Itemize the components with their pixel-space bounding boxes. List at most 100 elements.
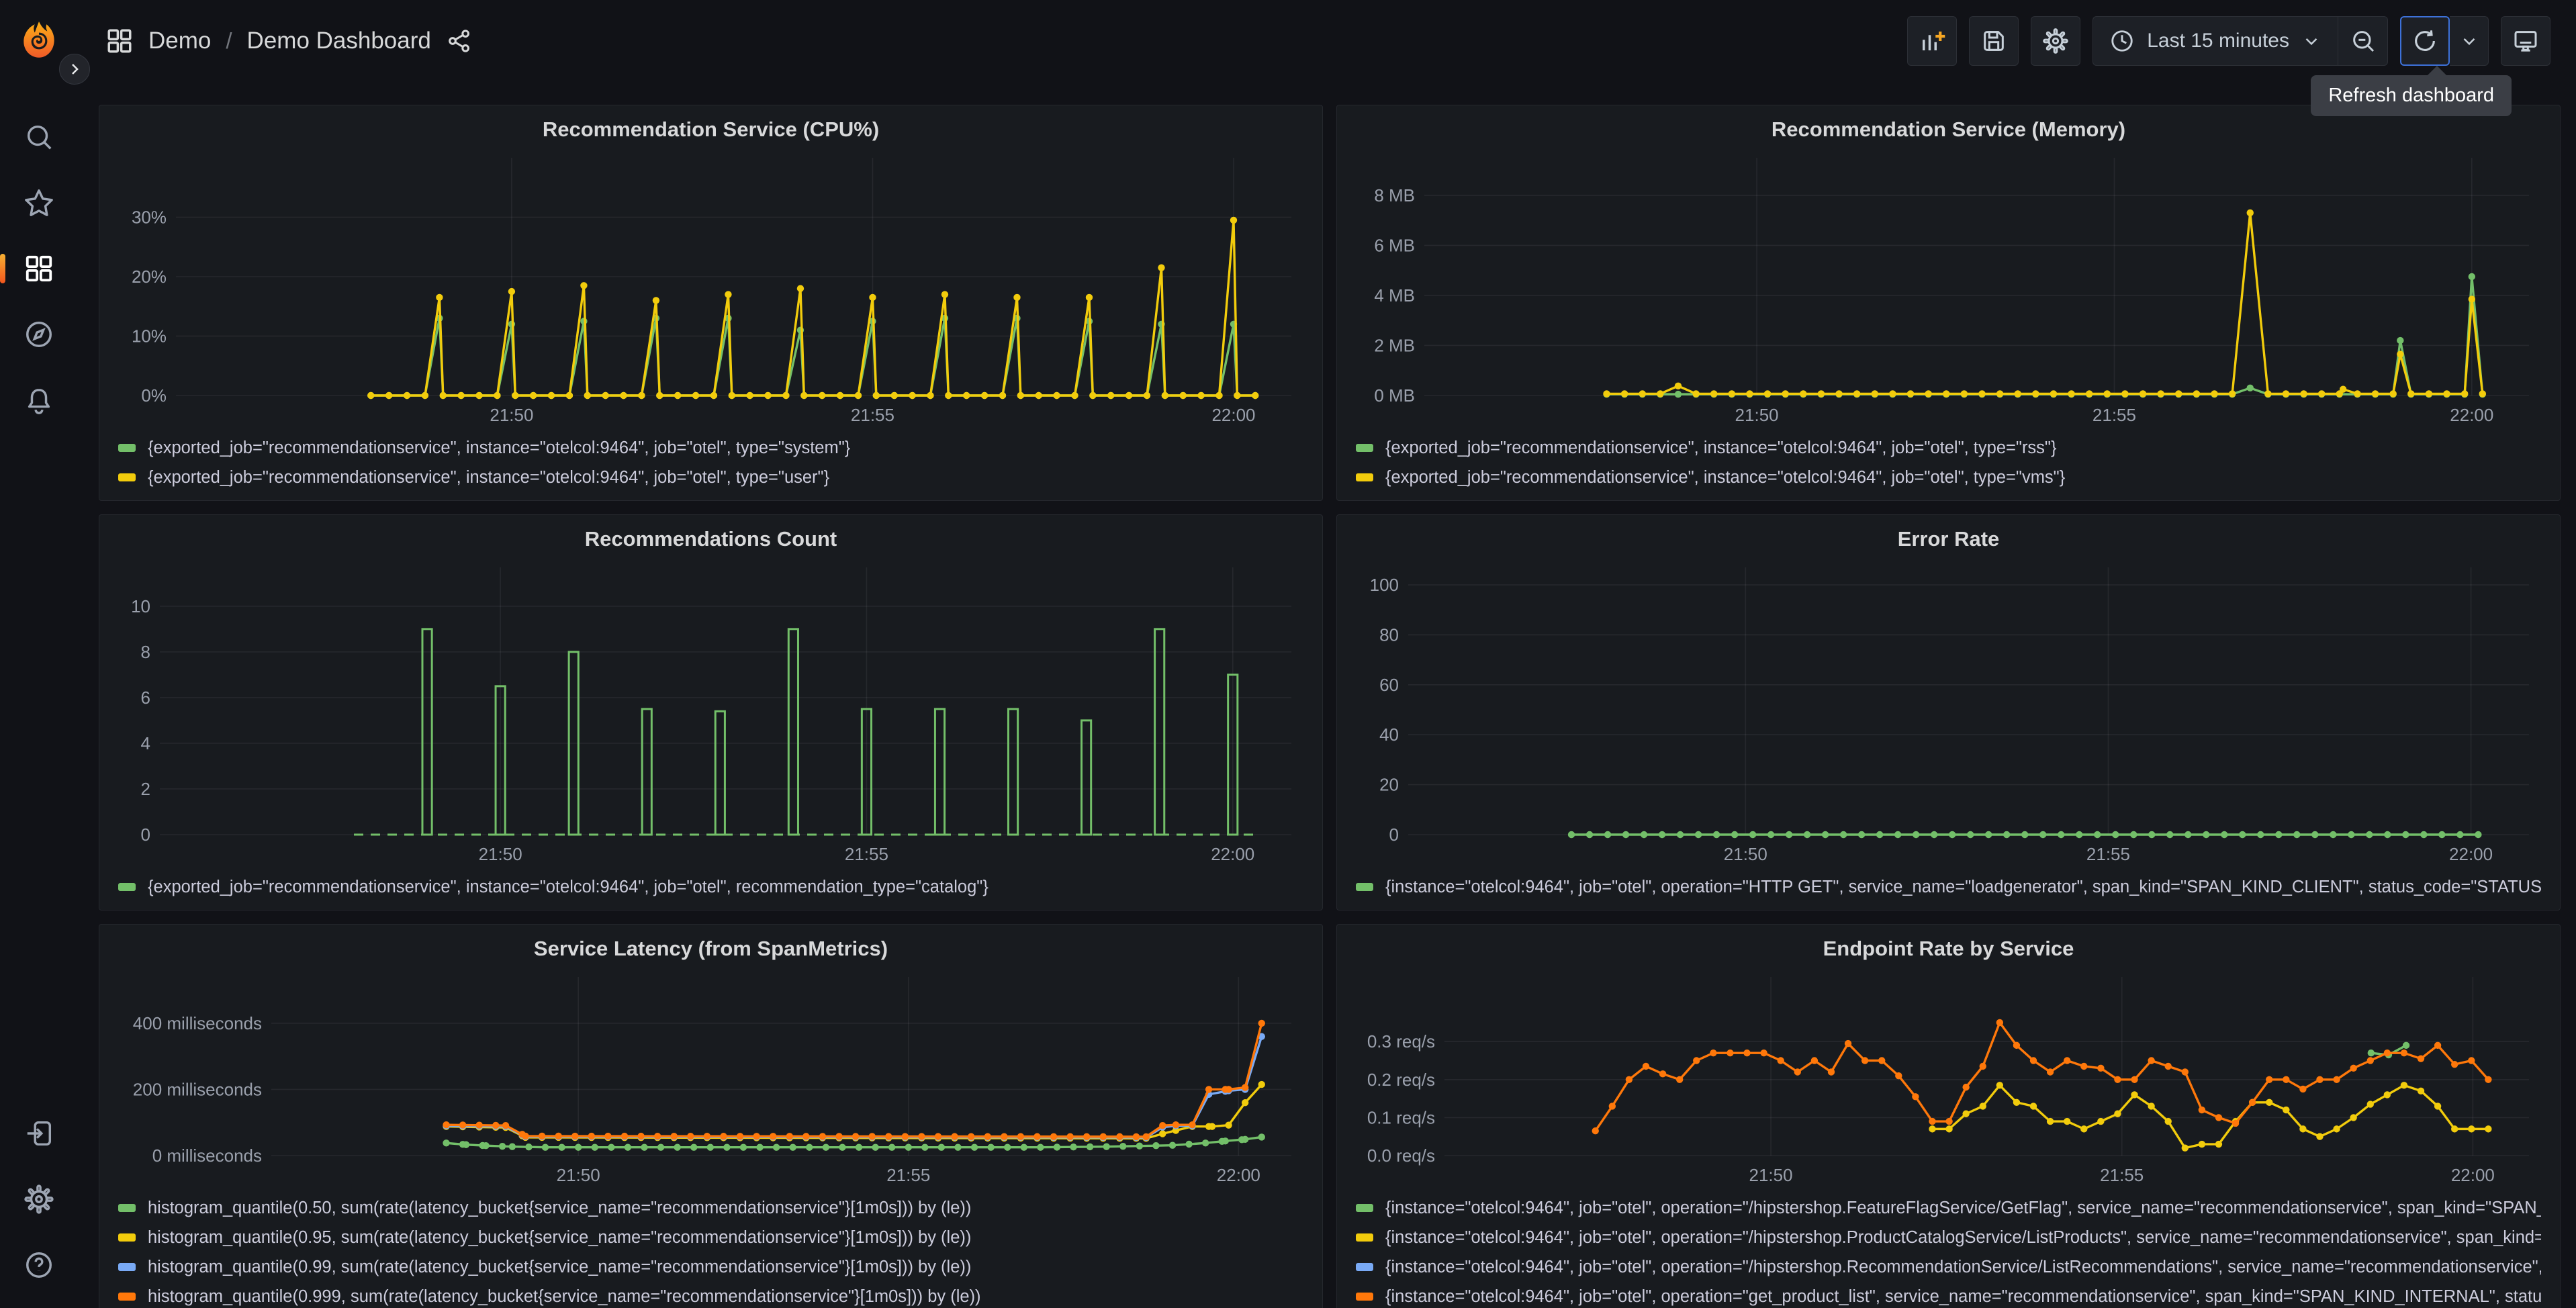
breadcrumb-section[interactable]: Demo — [148, 28, 211, 54]
legend-item: histogram_quantile(0.50, sum(rate(latenc… — [118, 1193, 1303, 1223]
svg-text:20: 20 — [1379, 775, 1399, 795]
refresh-tooltip: Refresh dashboard — [2311, 66, 2512, 116]
svg-text:0.0 req/s: 0.0 req/s — [1367, 1146, 1435, 1166]
zoom-out-icon — [2352, 31, 2374, 52]
panel-title[interactable]: Recommendation Service (CPU%) — [111, 111, 1310, 148]
legend-swatch[interactable] — [118, 1204, 136, 1212]
panel-reco-count: Recommendations Count 21:50 21:55 22:00 0 2 4 6… — [99, 514, 1323, 910]
svg-text:21:55: 21:55 — [2092, 405, 2136, 425]
chart-canvas[interactable]: 21:50 21:55 22:00 0 20 40 60 80 100 — [1349, 558, 2548, 870]
sidebar-item-dashboards[interactable] — [0, 252, 60, 285]
sidebar — [0, 0, 90, 1308]
svg-text:21:50: 21:50 — [1724, 844, 1767, 864]
legend-swatch[interactable] — [118, 883, 136, 891]
top-navigation: Demo / Demo Dashboard Last 15 minutes — [77, 0, 2576, 82]
legend-label[interactable]: {instance="otelcol:9464", job="otel", op… — [1385, 1258, 2541, 1277]
sidebar-item-starred[interactable] — [17, 187, 60, 219]
help-icon — [26, 1252, 52, 1278]
legend-label[interactable]: {instance="otelcol:9464", job="otel", op… — [1385, 878, 2541, 897]
legend-label[interactable]: {instance="otelcol:9464", job="otel", op… — [1385, 1199, 2541, 1218]
refresh-interval-button[interactable] — [2450, 16, 2489, 66]
svg-text:21:50: 21:50 — [1735, 405, 1779, 425]
sidebar-expand-button[interactable] — [59, 54, 90, 85]
chart-canvas[interactable]: 21:50 21:55 22:00 0 milliseconds 200 millise… — [111, 968, 1310, 1190]
save-dashboard-button[interactable] — [1969, 16, 2019, 66]
svg-text:60: 60 — [1379, 675, 1399, 695]
cycle-view-mode-button[interactable] — [2501, 16, 2550, 66]
sidebar-item-help[interactable] — [17, 1249, 60, 1281]
legend-swatch[interactable] — [118, 444, 136, 452]
svg-text:4 MB: 4 MB — [1374, 285, 1415, 306]
svg-text:10: 10 — [131, 596, 150, 616]
sidebar-item-configuration[interactable] — [17, 1183, 60, 1215]
legend-swatch[interactable] — [1356, 1293, 1373, 1301]
svg-text:6 MB: 6 MB — [1374, 235, 1415, 255]
sidebar-item-search[interactable] — [17, 121, 60, 153]
dashboards-grid-icon — [26, 255, 52, 282]
svg-text:22:00: 22:00 — [1217, 1165, 1260, 1185]
svg-text:21:50: 21:50 — [490, 405, 533, 425]
legend-label[interactable]: {exported_job="recommendationservice", i… — [1385, 468, 2065, 487]
sidebar-item-sign-in[interactable] — [17, 1117, 60, 1150]
legend-label[interactable]: {exported_job="recommendationservice", i… — [148, 878, 988, 897]
svg-text:8: 8 — [141, 642, 150, 662]
sign-in-icon — [27, 1121, 51, 1146]
legend-swatch[interactable] — [1356, 1233, 1373, 1242]
legend-label[interactable]: {exported_job="recommendationservice", i… — [1385, 438, 2057, 458]
svg-text:21:50: 21:50 — [479, 844, 522, 864]
legend-swatch[interactable] — [118, 473, 136, 481]
panel-title[interactable]: Error Rate — [1349, 520, 2548, 558]
dashboard-settings-button[interactable] — [2031, 16, 2081, 66]
svg-text:21:50: 21:50 — [1749, 1165, 1793, 1185]
legend-item: histogram_quantile(0.999, sum(rate(laten… — [118, 1282, 1303, 1308]
chart-canvas[interactable]: 21:50 21:55 22:00 0.0 req/s 0.1 req/s 0.2 req… — [1349, 968, 2548, 1190]
refresh-dashboard-button[interactable] — [2400, 16, 2450, 66]
legend-item: {exported_job="recommendationservice", i… — [118, 463, 1303, 492]
time-range-picker[interactable]: Last 15 minutes — [2092, 16, 2338, 66]
panel-legend: {instance="otelcol:9464", job="otel", op… — [1349, 870, 2548, 903]
panel-legend: {exported_job="recommendationservice", i… — [111, 430, 1310, 494]
svg-text:2: 2 — [141, 779, 150, 799]
svg-text:0: 0 — [141, 825, 150, 845]
panel-title[interactable]: Recommendation Service (Memory) — [1349, 111, 2548, 148]
chevron-down-icon — [2305, 38, 2317, 46]
legend-label[interactable]: histogram_quantile(0.999, sum(rate(laten… — [148, 1287, 981, 1307]
legend-label[interactable]: histogram_quantile(0.99, sum(rate(latenc… — [148, 1258, 971, 1277]
zoom-out-button[interactable] — [2338, 16, 2388, 66]
legend-label[interactable]: {exported_job="recommendationservice", i… — [148, 468, 829, 487]
panel-title[interactable]: Recommendations Count — [111, 520, 1310, 558]
add-panel-button[interactable] — [1907, 16, 1958, 66]
chart-canvas[interactable]: 21:50 21:55 22:00 0% 10% 20% 30% — [111, 148, 1310, 430]
breadcrumb-page-title[interactable]: Demo Dashboard — [247, 28, 431, 54]
legend-swatch[interactable] — [1356, 473, 1373, 481]
gear-icon — [24, 1184, 54, 1214]
share-icon[interactable] — [446, 28, 473, 54]
panel-endpoint-rate: Endpoint Rate by Service 21:50 21:55 22:00 0… — [1336, 924, 2561, 1308]
sidebar-item-explore[interactable] — [17, 318, 60, 351]
legend-swatch[interactable] — [1356, 1204, 1373, 1212]
bell-icon — [28, 388, 50, 414]
legend-swatch[interactable] — [1356, 883, 1373, 891]
legend-label[interactable]: {exported_job="recommendationservice", i… — [148, 438, 850, 458]
legend-item: {exported_job="recommendationservice", i… — [118, 872, 1303, 902]
legend-swatch[interactable] — [118, 1293, 136, 1301]
legend-item: {instance="otelcol:9464", job="otel", op… — [1356, 1252, 2541, 1282]
panel-legend: {exported_job="recommendationservice", i… — [1349, 430, 2548, 494]
legend-swatch[interactable] — [1356, 1263, 1373, 1271]
chart-canvas[interactable]: 21:50 21:55 22:00 0 2 4 6 8 10 — [111, 558, 1310, 870]
legend-label[interactable]: {instance="otelcol:9464", job="otel", op… — [1385, 1287, 2541, 1307]
svg-text:0.2 req/s: 0.2 req/s — [1367, 1070, 1435, 1090]
panel-title[interactable]: Service Latency (from SpanMetrics) — [111, 930, 1310, 968]
legend-label[interactable]: {instance="otelcol:9464", job="otel", op… — [1385, 1228, 2541, 1248]
legend-swatch[interactable] — [118, 1263, 136, 1271]
legend-swatch[interactable] — [1356, 444, 1373, 452]
legend-swatch[interactable] — [118, 1233, 136, 1242]
panel-title[interactable]: Endpoint Rate by Service — [1349, 930, 2548, 968]
chart-canvas[interactable]: 21:50 21:55 22:00 0 MB 2 MB 4 MB 6 MB 8 MB — [1349, 148, 2548, 430]
legend-label[interactable]: histogram_quantile(0.95, sum(rate(latenc… — [148, 1228, 971, 1248]
sidebar-item-alerting[interactable] — [17, 384, 60, 416]
legend-label[interactable]: histogram_quantile(0.50, sum(rate(latenc… — [148, 1199, 971, 1218]
grafana-logo[interactable] — [17, 19, 61, 63]
svg-text:10%: 10% — [132, 326, 167, 346]
legend-item: {instance="otelcol:9464", job="otel", op… — [1356, 1223, 2541, 1252]
